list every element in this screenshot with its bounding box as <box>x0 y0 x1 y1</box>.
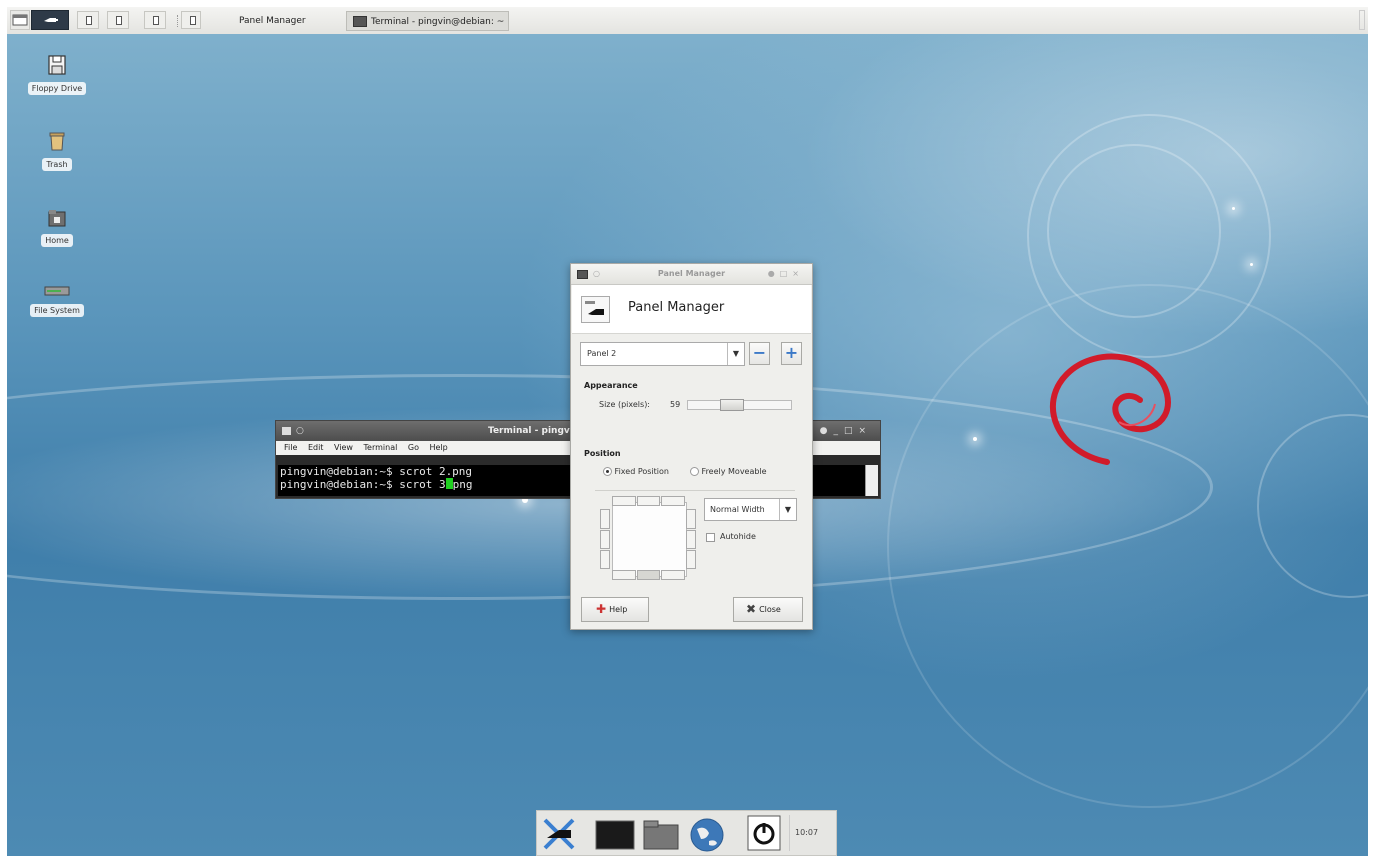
menu-terminal[interactable]: Terminal <box>364 443 398 452</box>
position-left-middle[interactable] <box>600 530 610 549</box>
position-bottom-right[interactable] <box>661 570 685 580</box>
panel-manager-dialog[interactable]: ○ Panel Manager ●□× Panel Manager Panel … <box>570 263 813 630</box>
desktop-icon-home[interactable]: Home <box>22 208 92 247</box>
close-button[interactable]: ✖ Close <box>733 597 803 622</box>
xfce-mouse-icon <box>543 818 575 850</box>
width-select[interactable]: Normal Width ▼ <box>704 498 797 521</box>
floppy-icon <box>48 55 66 75</box>
remove-panel-button[interactable]: − <box>749 342 770 365</box>
terminal-title: Terminal - pingv <box>488 426 570 436</box>
menu-help[interactable]: Help <box>430 443 448 452</box>
appearance-heading: Appearance <box>584 381 638 390</box>
debian-swirl-logo <box>1049 353 1171 465</box>
autohide-label: Autohide <box>720 532 756 541</box>
fixed-position-radio[interactable]: Fixed Position <box>603 467 669 476</box>
header-title: Panel Manager <box>628 300 725 315</box>
position-right-top[interactable] <box>686 509 696 529</box>
home-folder-icon <box>48 210 66 227</box>
position-left-top[interactable] <box>600 509 610 529</box>
show-desktop-button[interactable] <box>10 10 30 30</box>
text-cursor <box>445 478 453 489</box>
separator <box>177 15 179 27</box>
task-panel-manager[interactable]: Panel Manager <box>233 11 343 31</box>
desktop-icon <box>12 14 28 26</box>
panel-manager-icon <box>581 296 610 323</box>
size-label: Size (pixels): <box>599 400 651 409</box>
workspace-3-button[interactable] <box>144 11 166 29</box>
position-heading: Position <box>584 449 621 458</box>
divider <box>595 490 795 491</box>
drive-icon <box>44 286 70 296</box>
terminal-window-icon[interactable] <box>282 427 291 435</box>
xfce-mouse-icon <box>44 18 58 22</box>
task-terminal[interactable]: Terminal - pingvin@debian: ~ <box>346 11 509 31</box>
desktop-icon-trash[interactable]: Trash <box>22 130 92 171</box>
dock-web-browser[interactable] <box>689 817 725 856</box>
close-icon: ✖ <box>746 602 757 616</box>
terminal-icon <box>353 16 367 27</box>
chevron-down-icon: ▼ <box>779 499 796 520</box>
size-value: 59 <box>670 400 681 409</box>
dock-logout-button[interactable] <box>747 815 781 854</box>
position-bottom-center[interactable] <box>637 570 660 580</box>
size-slider[interactable] <box>687 399 792 411</box>
help-lifebuoy-icon: ✚ <box>596 602 607 616</box>
terminal-window-controls[interactable]: ●_□× <box>820 421 872 441</box>
window-list-button[interactable] <box>181 11 201 29</box>
chevron-down-icon: ▼ <box>727 343 744 365</box>
size-slider-thumb[interactable] <box>720 399 744 411</box>
bottom-dock <box>536 810 837 856</box>
app-menu-button[interactable] <box>31 10 69 30</box>
position-bottom-left[interactable] <box>612 570 636 580</box>
menu-view[interactable]: View <box>334 443 353 452</box>
radio-moveable[interactable] <box>690 467 699 476</box>
help-button[interactable]: ✚ Help <box>581 597 649 622</box>
terminal-scrollbar[interactable] <box>865 465 878 496</box>
trash-icon <box>49 132 65 151</box>
panel-select[interactable]: Panel 2 ▼ <box>580 342 745 366</box>
dock-terminal[interactable] <box>595 820 635 853</box>
position-selector <box>612 502 687 577</box>
clock[interactable]: 10:07 <box>795 828 818 837</box>
power-icon <box>747 815 781 851</box>
globe-icon <box>690 818 724 852</box>
position-right-middle[interactable] <box>686 530 696 549</box>
dialog-header: Panel Manager <box>572 285 811 334</box>
position-top-right[interactable] <box>661 496 685 506</box>
radio-fixed[interactable] <box>603 467 612 476</box>
desktop-icon-filesystem[interactable]: File System <box>22 284 92 317</box>
position-right-bottom[interactable] <box>686 550 696 569</box>
workspace-2-button[interactable] <box>107 11 129 29</box>
add-panel-button[interactable]: + <box>781 342 802 365</box>
panel-handle[interactable] <box>1359 10 1365 30</box>
dock-app-menu[interactable] <box>541 816 577 855</box>
desktop-icon-floppy[interactable]: Floppy Drive <box>22 54 92 95</box>
dock-separator <box>789 815 790 851</box>
workspace-1-button[interactable] <box>77 11 99 29</box>
dialog-window-controls[interactable]: ●□× <box>768 264 804 284</box>
position-top-left[interactable] <box>612 496 636 506</box>
position-left-bottom[interactable] <box>600 550 610 569</box>
menu-file[interactable]: File <box>284 443 297 452</box>
dock-file-manager[interactable] <box>643 819 681 854</box>
terminal-icon <box>595 820 635 850</box>
top-panel: Panel Manager Terminal - pingvin@debian:… <box>7 7 1368 35</box>
freely-moveable-radio[interactable]: Freely Moveable <box>690 467 767 476</box>
menu-go[interactable]: Go <box>408 443 419 452</box>
folder-icon <box>643 820 679 850</box>
menu-edit[interactable]: Edit <box>308 443 324 452</box>
dialog-titlebar[interactable]: ○ Panel Manager ●□× <box>571 264 812 285</box>
sticky-icon[interactable]: ○ <box>296 421 304 441</box>
position-top-center[interactable] <box>637 496 660 506</box>
autohide-checkbox[interactable] <box>706 533 715 542</box>
